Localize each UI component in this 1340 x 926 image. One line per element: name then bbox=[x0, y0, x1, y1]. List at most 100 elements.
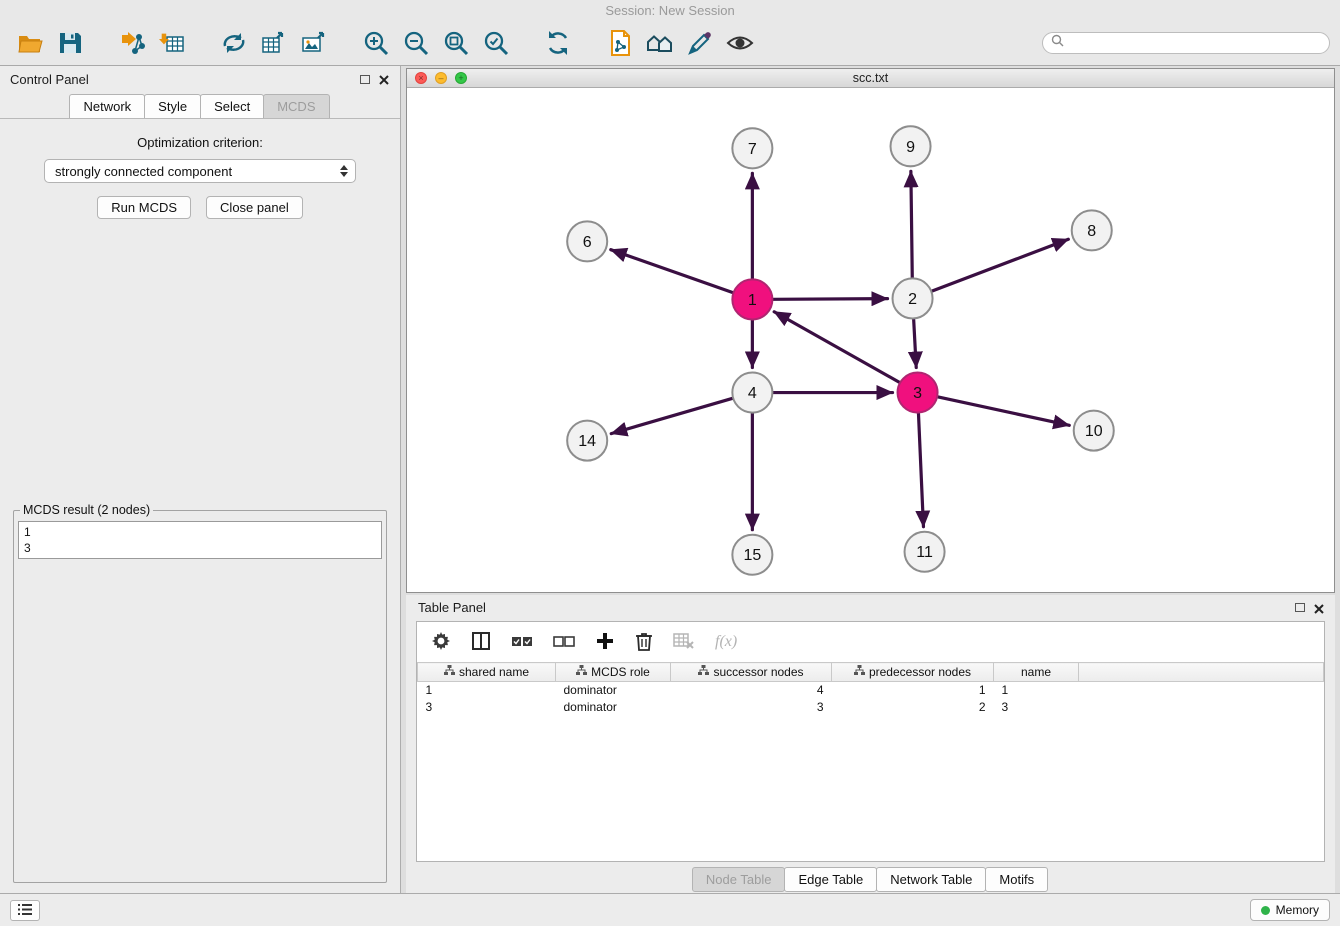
table-settings-button[interactable] bbox=[431, 628, 451, 656]
graph-node-8[interactable]: 8 bbox=[1072, 210, 1112, 250]
control-panel: Control Panel Network Style Select MCDS … bbox=[0, 66, 401, 893]
tab-mcds[interactable]: MCDS bbox=[263, 94, 329, 118]
main-toolbar bbox=[0, 20, 1340, 66]
column-header-mcds-role[interactable]: MCDS role bbox=[556, 663, 671, 682]
node-label: 3 bbox=[913, 385, 922, 402]
search-field[interactable] bbox=[1042, 32, 1330, 54]
run-mcds-button[interactable]: Run MCDS bbox=[97, 196, 191, 219]
search-input[interactable] bbox=[1069, 36, 1321, 50]
workspace: scc.txt 7968124314101511 Table Panel bbox=[401, 66, 1340, 893]
zoom-out-button[interactable] bbox=[396, 24, 436, 62]
tab-network-table[interactable]: Network Table bbox=[876, 867, 986, 892]
node-label: 6 bbox=[583, 234, 592, 251]
delete-table-button[interactable] bbox=[673, 628, 695, 656]
graph-node-14[interactable]: 14 bbox=[567, 421, 607, 461]
style-brush-button[interactable] bbox=[680, 24, 720, 62]
edge-3-1[interactable] bbox=[774, 312, 899, 382]
close-panel-button[interactable]: Close panel bbox=[206, 196, 303, 219]
content-area: Control Panel Network Style Select MCDS … bbox=[0, 66, 1340, 893]
graph-node-3[interactable]: 3 bbox=[898, 373, 938, 413]
column-header-filler bbox=[1079, 663, 1324, 682]
column-header-predecessor-nodes[interactable]: predecessor nodes bbox=[832, 663, 994, 682]
zoom-selected-button[interactable] bbox=[476, 24, 516, 62]
tab-select[interactable]: Select bbox=[200, 94, 264, 118]
node-label: 1 bbox=[748, 292, 757, 309]
function-builder-button[interactable]: f(x) bbox=[715, 628, 737, 656]
cell-name[interactable]: 3 bbox=[994, 699, 1079, 716]
delete-column-button[interactable] bbox=[635, 628, 653, 656]
node-label: 10 bbox=[1085, 423, 1103, 440]
node-label: 8 bbox=[1087, 223, 1096, 240]
table-row[interactable]: 3 dominator 3 2 3 bbox=[418, 699, 1324, 716]
close-table-panel-icon[interactable] bbox=[1313, 602, 1325, 614]
table-row[interactable]: 1 dominator 4 1 1 bbox=[418, 682, 1324, 699]
first-neighbors-button[interactable] bbox=[640, 24, 680, 62]
show-hide-button[interactable] bbox=[720, 24, 760, 62]
maximize-window-icon[interactable] bbox=[455, 72, 467, 84]
graph-node-15[interactable]: 15 bbox=[732, 535, 772, 575]
show-panels-button[interactable] bbox=[10, 900, 40, 921]
mcds-result-text[interactable]: 1 3 bbox=[18, 521, 382, 559]
edge-2-9[interactable] bbox=[911, 171, 912, 277]
graph-node-4[interactable]: 4 bbox=[732, 373, 772, 413]
graph-node-7[interactable]: 7 bbox=[732, 128, 772, 168]
tab-style[interactable]: Style bbox=[144, 94, 201, 118]
import-table-button[interactable] bbox=[152, 24, 192, 62]
column-header-name[interactable]: name bbox=[994, 663, 1079, 682]
graph-node-11[interactable]: 11 bbox=[905, 532, 945, 572]
network-share-button[interactable] bbox=[214, 24, 254, 62]
import-network-button[interactable] bbox=[112, 24, 152, 62]
save-session-button[interactable] bbox=[50, 24, 90, 62]
cell-mcds-role[interactable]: dominator bbox=[556, 699, 671, 716]
graph-node-6[interactable]: 6 bbox=[567, 221, 607, 261]
graph-node-10[interactable]: 10 bbox=[1074, 411, 1114, 451]
close-panel-icon[interactable] bbox=[378, 73, 390, 85]
cell-successor-nodes[interactable]: 4 bbox=[671, 682, 832, 699]
show-columns-button[interactable] bbox=[471, 628, 491, 656]
export-image-button[interactable] bbox=[294, 24, 334, 62]
float-panel-icon[interactable] bbox=[360, 75, 370, 84]
refresh-button[interactable] bbox=[538, 24, 578, 62]
column-header-successor-nodes[interactable]: successor nodes bbox=[671, 663, 832, 682]
cell-name[interactable]: 1 bbox=[994, 682, 1079, 699]
float-table-panel-icon[interactable] bbox=[1295, 603, 1305, 612]
cell-predecessor-nodes[interactable]: 1 bbox=[832, 682, 994, 699]
column-header-shared-name[interactable]: shared name bbox=[418, 663, 556, 682]
edge-3-11[interactable] bbox=[918, 414, 923, 527]
edge-2-3[interactable] bbox=[914, 319, 917, 367]
graph-node-1[interactable]: 1 bbox=[732, 279, 772, 319]
cell-shared-name[interactable]: 3 bbox=[418, 699, 556, 716]
network-graph[interactable]: 7 9 6 8 1 2 4 3 14 10 15 11 bbox=[407, 88, 1334, 592]
zoom-in-button[interactable] bbox=[356, 24, 396, 62]
node-table-card: f(x) shared name MCDS role successor nod… bbox=[416, 621, 1325, 862]
close-window-icon[interactable] bbox=[415, 72, 427, 84]
open-file-button[interactable] bbox=[10, 24, 50, 62]
edge-1-2[interactable] bbox=[773, 299, 887, 300]
cell-mcds-role[interactable]: dominator bbox=[556, 682, 671, 699]
tab-network[interactable]: Network bbox=[69, 94, 145, 118]
edge-4-14[interactable] bbox=[611, 398, 732, 433]
graph-node-9[interactable]: 9 bbox=[891, 126, 931, 166]
tab-node-table[interactable]: Node Table bbox=[692, 867, 786, 892]
add-column-button[interactable] bbox=[595, 628, 615, 656]
tab-edge-table[interactable]: Edge Table bbox=[784, 867, 877, 892]
cell-predecessor-nodes[interactable]: 2 bbox=[832, 699, 994, 716]
minimize-window-icon[interactable] bbox=[435, 72, 447, 84]
criterion-dropdown[interactable]: strongly connected component bbox=[44, 159, 356, 183]
memory-status-icon bbox=[1261, 906, 1270, 915]
select-all-button[interactable] bbox=[511, 628, 533, 656]
graph-node-2[interactable]: 2 bbox=[893, 278, 933, 318]
export-table-button[interactable] bbox=[254, 24, 294, 62]
zoom-fit-button[interactable] bbox=[436, 24, 476, 62]
cell-successor-nodes[interactable]: 3 bbox=[671, 699, 832, 716]
memory-button[interactable]: Memory bbox=[1250, 899, 1330, 921]
cell-shared-name[interactable]: 1 bbox=[418, 682, 556, 699]
edge-3-10[interactable] bbox=[938, 397, 1069, 425]
tab-motifs[interactable]: Motifs bbox=[985, 867, 1048, 892]
edge-1-6[interactable] bbox=[611, 250, 733, 293]
export-table-icon bbox=[260, 29, 288, 57]
edge-2-8[interactable] bbox=[932, 239, 1068, 291]
deselect-all-button[interactable] bbox=[553, 628, 575, 656]
network-canvas[interactable]: 7 9 6 8 1 2 4 3 14 10 15 11 bbox=[407, 88, 1334, 592]
network-file-button[interactable] bbox=[600, 24, 640, 62]
